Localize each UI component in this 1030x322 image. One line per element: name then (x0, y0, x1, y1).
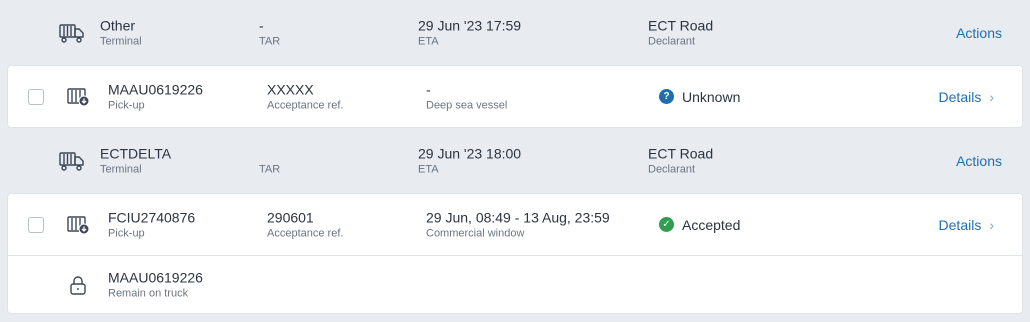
truck-icon (59, 22, 84, 44)
chevron-right-icon: › (989, 88, 994, 105)
tar-label: TAR (259, 35, 281, 47)
tar-label: TAR (259, 163, 281, 175)
group-row-other: Other Terminal - TAR 29 Jun '23 17:59 ET… (0, 0, 1030, 65)
declarant-cell: ECT Road Declarant (648, 145, 713, 176)
status-text: Unknown (682, 88, 741, 105)
declarant-cell: ECT Road Declarant (648, 17, 713, 48)
tar-value (259, 145, 280, 162)
container-row-fciu[interactable]: FCIU2740876 Pick-up 290601 Acceptance re… (7, 193, 1023, 256)
terminal-label: Terminal (100, 163, 142, 175)
status-badge: ✓ Accepted (659, 217, 740, 233)
truck-icon (59, 150, 84, 172)
terminal-name: Other (100, 17, 136, 33)
tar-cell: - TAR (259, 17, 280, 48)
container-cell: MAAU0619226 Remain on truck (108, 269, 203, 300)
container-pickup-icon (67, 214, 91, 236)
container-number: FCIU2740876 (108, 209, 196, 225)
terminal-cell: ECTDELTA Terminal (100, 145, 171, 176)
terminal-name: ECTDELTA (100, 145, 172, 161)
window-label: Deep sea vessel (426, 99, 508, 111)
acceptance-ref-value: 290601 (267, 209, 314, 225)
declarant-value: ECT Road (648, 145, 714, 161)
acceptance-cell: 290601 Acceptance ref. (267, 209, 343, 240)
tar-cell: TAR (259, 145, 280, 176)
declarant-label: Declarant (648, 163, 696, 175)
details-label: Details (938, 216, 982, 233)
visit-list: Other Terminal - TAR 29 Jun '23 17:59 ET… (0, 0, 1030, 322)
eta-cell: 29 Jun '23 17:59 ETA (418, 17, 521, 48)
details-label: Details (938, 88, 982, 105)
group-row-ectdelta: ECTDELTA Terminal TAR 29 Jun '23 18:00 E… (0, 128, 1030, 193)
container-row-remain: MAAU0619226 Remain on truck (7, 256, 1023, 314)
chevron-right-icon: › (989, 216, 994, 233)
declarant-label: Declarant (648, 35, 696, 47)
container-number: MAAU0619226 (108, 269, 203, 285)
details-button[interactable]: Details › (939, 89, 994, 105)
eta-value: 29 Jun '23 18:00 (418, 145, 522, 161)
row-checkbox[interactable] (28, 216, 44, 233)
eta-cell: 29 Jun '23 18:00 ETA (418, 145, 521, 176)
window-cell: 29 Jun, 08:49 - 13 Aug, 23:59 Commercial… (426, 209, 610, 240)
eta-value: 29 Jun '23 17:59 (418, 17, 522, 33)
window-label: Commercial window (426, 227, 525, 239)
acceptance-ref-value: XXXXX (267, 81, 314, 97)
question-icon: ? (659, 89, 674, 104)
check-icon: ✓ (659, 217, 674, 232)
acceptance-cell: XXXXX Acceptance ref. (267, 81, 343, 112)
container-type: Remain on truck (108, 287, 189, 299)
acceptance-ref-label: Acceptance ref. (267, 227, 344, 239)
window-value: - (426, 81, 431, 97)
status-text: Accepted (682, 216, 741, 233)
eta-label: ETA (418, 35, 439, 47)
declarant-value: ECT Road (648, 17, 714, 33)
container-row-maau[interactable]: MAAU0619226 Pick-up XXXXX Acceptance ref… (7, 65, 1023, 128)
status-badge: ? Unknown (659, 89, 740, 105)
container-type: Pick-up (108, 99, 145, 111)
terminal-cell: Other Terminal (100, 17, 142, 48)
container-pickup-icon (67, 86, 91, 108)
window-value: 29 Jun, 08:49 - 13 Aug, 23:59 (426, 209, 610, 225)
tar-value: - (259, 17, 264, 33)
container-number: MAAU0619226 (108, 81, 203, 97)
terminal-label: Terminal (100, 35, 142, 47)
container-cell: MAAU0619226 Pick-up (108, 81, 203, 112)
lock-icon (67, 274, 91, 296)
container-cell: FCIU2740876 Pick-up (108, 209, 195, 240)
eta-label: ETA (418, 163, 439, 175)
actions-button[interactable]: Actions (956, 153, 1002, 169)
window-cell: - Deep sea vessel (426, 81, 507, 112)
details-button[interactable]: Details › (939, 217, 994, 233)
acceptance-ref-label: Acceptance ref. (267, 99, 344, 111)
container-type: Pick-up (108, 227, 145, 239)
actions-button[interactable]: Actions (956, 25, 1002, 41)
row-checkbox[interactable] (28, 88, 44, 105)
